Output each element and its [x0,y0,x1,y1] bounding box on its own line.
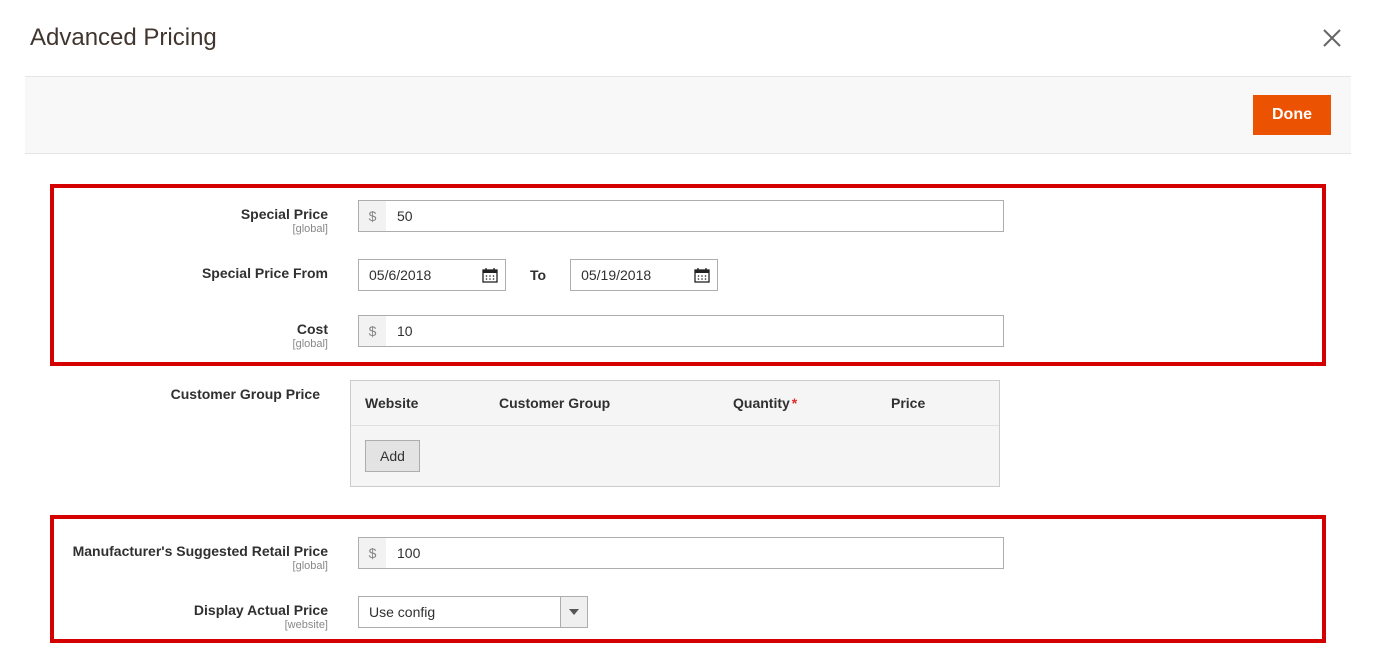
scope-global: [global] [58,560,328,572]
cgp-header-website: Website [365,395,499,411]
close-icon[interactable] [1318,24,1346,52]
modal-title: Advanced Pricing [30,24,217,52]
label-col: Display Actual Price [website] [58,596,358,631]
label-customer-group-price: Customer Group Price [171,386,320,402]
modal-header: Advanced Pricing [0,0,1376,76]
label-col: Manufacturer's Suggested Retail Price [g… [58,537,358,572]
label-col: Special Price [global] [58,200,358,235]
required-asterisk: * [792,395,797,411]
cgp-header-quantity: Quantity* [733,395,891,411]
label-special-price-from: Special Price From [202,265,328,281]
scope-global: [global] [58,223,328,235]
date-row: To [358,259,1008,291]
currency-prefix: $ [358,537,386,569]
row-display-actual-price: Display Actual Price [website] [58,596,1318,631]
money-wrap: $ [358,315,1004,347]
add-button[interactable]: Add [365,440,420,472]
label-col: Cost [global] [58,315,358,350]
chevron-down-icon[interactable] [560,596,588,628]
input-col: $ [358,200,1008,232]
cgp-header-quantity-text: Quantity [733,395,790,411]
action-bar: Done [25,76,1351,154]
calendar-icon[interactable] [687,260,717,290]
input-col: $ [358,315,1008,347]
label-col: Customer Group Price [50,380,350,402]
row-cost: Cost [global] $ [58,315,1318,350]
msrp-input[interactable] [358,537,1004,569]
select-wrap [358,596,588,628]
row-customer-group-price: Customer Group Price Website Customer Gr… [50,380,1326,487]
cgp-col: Website Customer Group Quantity* Price A… [350,380,1000,487]
money-wrap: $ [358,200,1004,232]
label-to: To [526,267,550,283]
calendar-icon[interactable] [475,260,505,290]
row-special-price-from: Special Price From To [58,259,1318,291]
highlight-box-msrp: Manufacturer's Suggested Retail Price [g… [50,515,1326,643]
input-col [358,596,1008,628]
cost-input[interactable] [358,315,1004,347]
form-area: Special Price [global] $ Special Price F… [0,154,1376,667]
currency-prefix: $ [358,200,386,232]
cgp-body: Add [351,426,999,486]
display-actual-price-select[interactable] [358,596,560,628]
scope-global: [global] [58,338,328,350]
cgp-head: Website Customer Group Quantity* Price [351,381,999,425]
row-msrp: Manufacturer's Suggested Retail Price [g… [58,537,1318,572]
money-wrap: $ [358,537,1004,569]
input-col: $ [358,537,1008,569]
highlight-box-special: Special Price [global] $ Special Price F… [50,184,1326,366]
scope-website: [website] [58,619,328,631]
done-button[interactable]: Done [1253,95,1331,135]
cgp-header-customer-group: Customer Group [499,395,733,411]
label-msrp: Manufacturer's Suggested Retail Price [73,543,328,559]
cgp-header-price: Price [891,395,985,411]
date-from-wrap [358,259,506,291]
label-cost: Cost [297,321,328,337]
label-display-actual-price: Display Actual Price [194,602,328,618]
row-special-price: Special Price [global] $ [58,200,1318,235]
cgp-box: Website Customer Group Quantity* Price A… [350,380,1000,487]
label-col: Special Price From [58,259,358,281]
special-price-input[interactable] [358,200,1004,232]
date-to-wrap [570,259,718,291]
currency-prefix: $ [358,315,386,347]
label-special-price: Special Price [241,206,328,222]
